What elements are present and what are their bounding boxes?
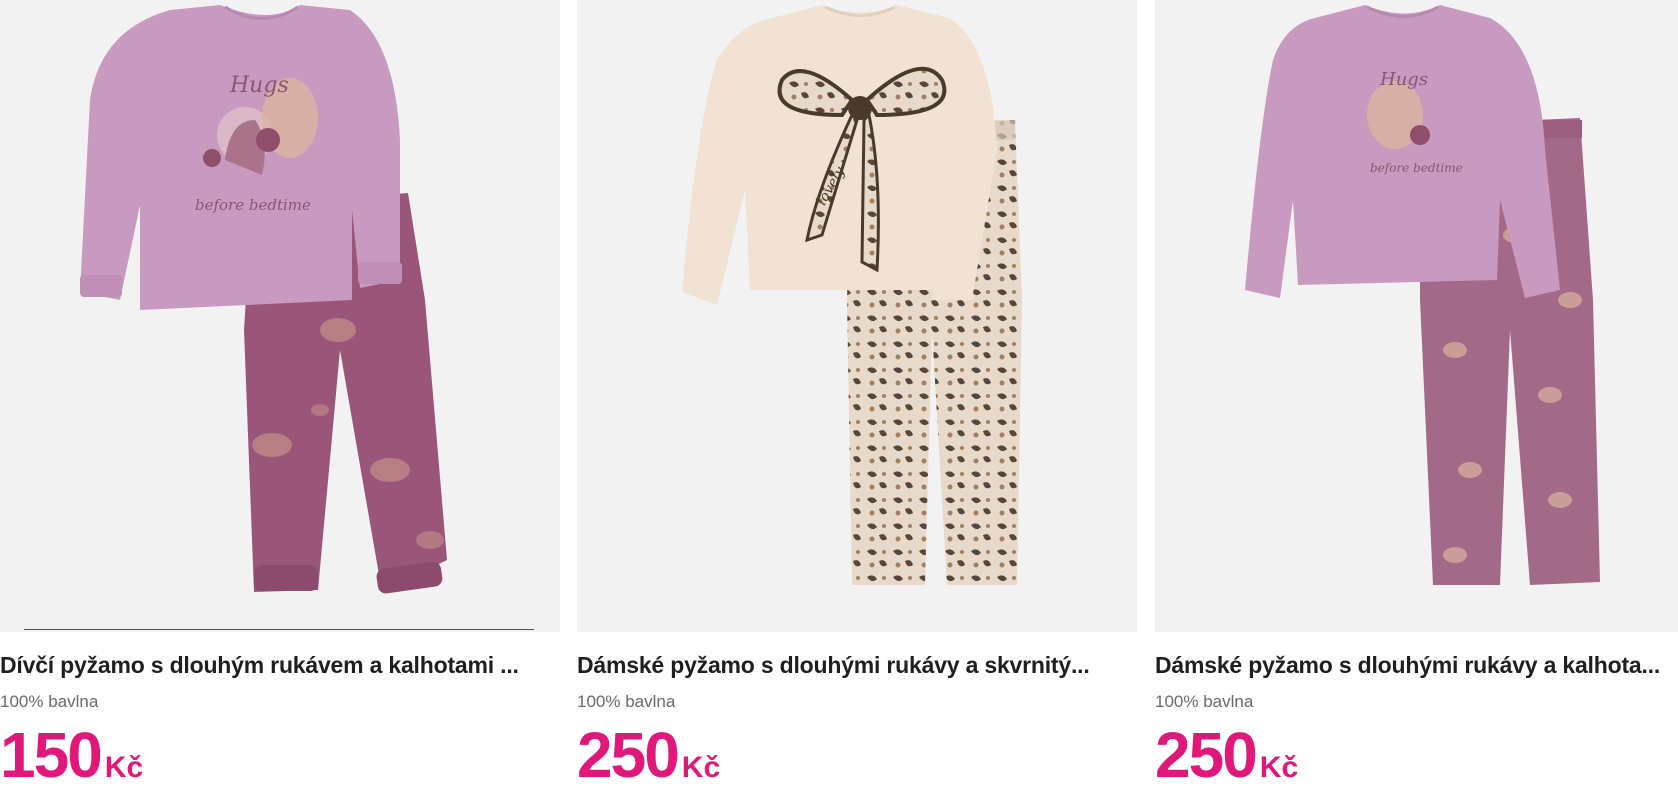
svg-text:Hugs: Hugs: [229, 73, 289, 98]
product-grid: Hugs before bedtime Dívčí pyžamo s dlouh…: [0, 0, 1678, 790]
price-currency: Kč: [104, 751, 144, 784]
price-amount: 250: [1155, 719, 1258, 791]
product-title[interactable]: Dámské pyžamo s dlouhými rukávy a kalhot…: [1155, 652, 1678, 679]
product-title[interactable]: Dámské pyžamo s dlouhými rukávy a skvrni…: [577, 652, 1137, 679]
product-image[interactable]: Hugs before bedtime: [1155, 0, 1678, 632]
pajama-top: lovely: [682, 5, 997, 305]
svg-text:Hugs: Hugs: [1379, 69, 1428, 90]
product-card[interactable]: Hugs before bedtime Dívčí pyžamo s dlouh…: [0, 0, 560, 790]
svg-text:before bedtime: before bedtime: [195, 196, 311, 214]
price-currency: Kč: [681, 751, 721, 784]
product-price: 250 Kč: [577, 720, 720, 790]
svg-text:before bedtime: before bedtime: [1370, 161, 1463, 175]
price-currency: Kč: [1259, 751, 1299, 784]
product-card[interactable]: lovely Dámské pyžamo s dlouhými rukávy a…: [577, 0, 1137, 790]
product-price: 250 Kč: [1155, 720, 1298, 790]
product-material: 100% bavlna: [577, 692, 676, 711]
price-amount: 150: [0, 719, 103, 791]
product-image[interactable]: Hugs before bedtime: [0, 0, 560, 632]
product-card[interactable]: Hugs before bedtime Dámské pyžamo s dlou…: [1155, 0, 1678, 790]
price-amount: 250: [577, 719, 680, 791]
product-material: 100% bavlna: [1155, 692, 1254, 711]
image-divider: [24, 629, 534, 630]
product-material: 100% bavlna: [0, 692, 99, 711]
product-price: 150 Kč: [0, 720, 143, 790]
product-image[interactable]: lovely: [577, 0, 1137, 632]
product-title[interactable]: Dívčí pyžamo s dlouhým rukávem a kalhota…: [0, 652, 560, 679]
